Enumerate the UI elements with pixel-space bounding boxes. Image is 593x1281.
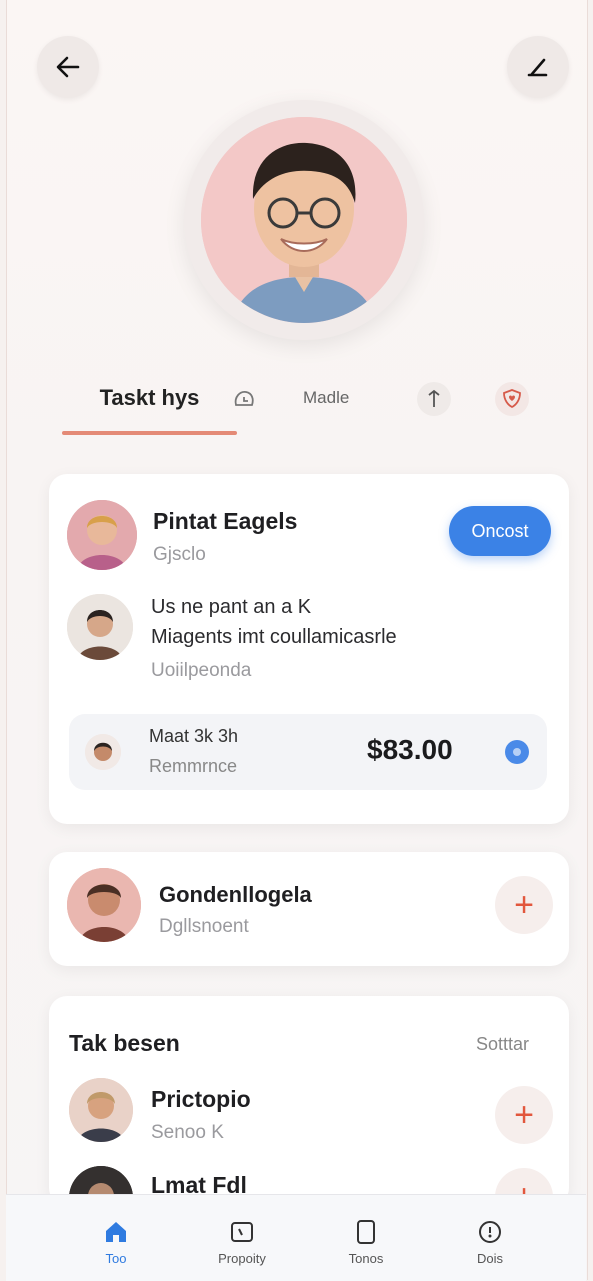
- tablet-icon: [227, 1217, 257, 1247]
- nav-label: Dois: [476, 1251, 503, 1266]
- plus-icon: +: [514, 1095, 534, 1134]
- pin-icon[interactable]: [417, 382, 451, 416]
- add-button[interactable]: +: [495, 1086, 553, 1144]
- tab-tasks[interactable]: Taskt hys: [62, 368, 237, 428]
- suggestions-card: Tak besen Sotttar Prictopio Senoo K + Lm…: [49, 996, 569, 1230]
- contact-name: Gondenllogela: [159, 882, 312, 907]
- avatar: [85, 734, 121, 770]
- screen: Taskt hys Madle Pintat Eagels Gjsclo Onc…: [6, 0, 588, 1280]
- nav-label: Tonos: [348, 1251, 384, 1266]
- home-icon: [101, 1217, 131, 1247]
- suggestion-subtitle: Senoo K: [151, 1122, 224, 1143]
- section-action[interactable]: Sotttar: [476, 1034, 529, 1055]
- message-line-1: Us ne pant an a K: [151, 596, 312, 618]
- contact-card[interactable]: Gondenllogela Dgllsnoent +: [49, 852, 569, 966]
- avatar: [67, 500, 137, 570]
- payment-row[interactable]: Maat 3k 3h Remmrnce $83.00: [69, 714, 547, 790]
- tab-underline: [62, 431, 237, 435]
- tab-bar: Taskt hys Madle: [57, 368, 557, 438]
- clock-icon[interactable]: [227, 382, 261, 416]
- heart-shield-icon[interactable]: [495, 382, 529, 416]
- contact-subtitle: Gjsclo: [153, 544, 206, 565]
- edit-button[interactable]: [507, 36, 569, 98]
- arrow-left-icon: [56, 56, 80, 78]
- payment-subtitle: Remmrnce: [149, 756, 238, 776]
- bottom-nav: Too Propoity Tonos Dois: [6, 1194, 586, 1281]
- task-card: Pintat Eagels Gjsclo Oncost Us ne pant a…: [49, 474, 569, 824]
- avatar: [69, 1078, 133, 1142]
- nav-item-home[interactable]: Too: [56, 1195, 176, 1281]
- avatar: [67, 868, 141, 942]
- compass-icon: [475, 1217, 505, 1247]
- check-icon[interactable]: [505, 740, 529, 764]
- nav-item-tonos[interactable]: Tonos: [306, 1195, 426, 1281]
- nav-label: Propoity: [218, 1251, 266, 1266]
- avatar: [67, 594, 133, 660]
- message-subtitle: Uoiilpeonda: [151, 660, 252, 681]
- nav-item-property[interactable]: Propoity: [182, 1195, 302, 1281]
- section-title: Tak besen: [69, 1030, 180, 1056]
- payment-amount: $83.00: [367, 734, 453, 765]
- profile-avatar[interactable]: [184, 100, 424, 340]
- back-button[interactable]: [37, 36, 99, 98]
- connect-button[interactable]: Oncost: [449, 506, 551, 556]
- message-line-2: Miagents imt coullamicasrle: [151, 626, 397, 648]
- nav-item-dois[interactable]: Dois: [430, 1195, 550, 1281]
- payment-title: Maat 3k 3h: [149, 726, 239, 746]
- contact-name: Pintat Eagels: [153, 508, 298, 534]
- phone-icon: [351, 1217, 381, 1247]
- suggestion-name: Prictopio: [151, 1086, 251, 1112]
- plus-icon: +: [514, 885, 534, 924]
- tab-madle[interactable]: Madle: [303, 388, 349, 408]
- nav-label: Too: [105, 1251, 127, 1266]
- add-button[interactable]: +: [495, 876, 553, 934]
- contact-subtitle: Dgllsnoent: [159, 916, 249, 937]
- pencil-icon: [527, 58, 548, 77]
- profile-photo: [201, 117, 407, 323]
